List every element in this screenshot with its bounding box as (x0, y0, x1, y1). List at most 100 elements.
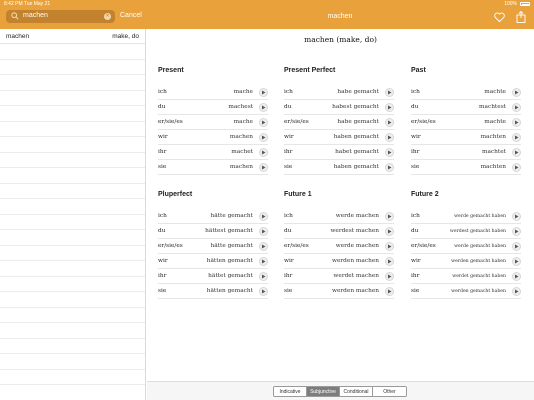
play-icon (388, 105, 392, 110)
pronoun-label: ihr (411, 273, 420, 279)
play-audio-button[interactable] (512, 272, 521, 281)
play-audio-button[interactable] (385, 148, 394, 157)
play-icon (388, 229, 392, 234)
play-audio-button[interactable] (259, 242, 268, 251)
play-audio-button[interactable] (385, 272, 394, 281)
conjugation-row: ich mache (158, 85, 268, 100)
play-audio-button[interactable] (512, 257, 521, 266)
play-audio-button[interactable] (259, 163, 268, 172)
heart-icon[interactable] (494, 12, 505, 23)
play-audio-button[interactable] (385, 257, 394, 266)
verb-form: werden gemacht haben (451, 258, 506, 264)
play-audio-button[interactable] (385, 212, 394, 221)
play-audio-button[interactable] (385, 227, 394, 236)
tab-other[interactable]: Other (373, 387, 406, 396)
play-audio-button[interactable] (512, 103, 521, 112)
page-title: machen (327, 13, 353, 20)
play-audio-button[interactable] (259, 257, 268, 266)
play-audio-button[interactable] (259, 103, 268, 112)
play-audio-button[interactable] (385, 103, 394, 112)
result-word: machen (6, 32, 30, 40)
play-audio-button[interactable] (259, 287, 268, 296)
play-audio-button[interactable] (259, 227, 268, 236)
conjugation-row: sie machen (158, 160, 268, 175)
verb-form: haben gemacht (333, 164, 379, 170)
play-icon (515, 135, 519, 140)
conjugation-row: er/sie/es werde machen (284, 239, 394, 254)
clear-search-icon[interactable]: ✕ (104, 13, 111, 20)
play-audio-button[interactable] (385, 118, 394, 127)
play-audio-button[interactable] (259, 148, 268, 157)
tense-section: Future 2 ich werde gemacht haben du werdest … (411, 191, 521, 299)
pronoun-label: ich (411, 213, 420, 219)
tab-subjunctive[interactable]: Subjunctive (307, 387, 340, 396)
result-translation: make, do (112, 32, 139, 40)
conjugation-row: sie werden machen (284, 284, 394, 299)
play-audio-button[interactable] (512, 227, 521, 236)
pronoun-label: er/sie/es (284, 119, 309, 125)
play-audio-button[interactable] (512, 287, 521, 296)
conjugation-row: ich machte (411, 85, 521, 100)
play-audio-button[interactable] (512, 212, 521, 221)
play-audio-button[interactable] (512, 88, 521, 97)
conjugation-row: ihr habet gemacht (284, 145, 394, 160)
play-audio-button[interactable] (385, 133, 394, 142)
play-audio-button[interactable] (385, 242, 394, 251)
pronoun-label: sie (158, 288, 167, 294)
play-audio-button[interactable] (512, 163, 521, 172)
empty-list-row (0, 122, 145, 137)
play-audio-button[interactable] (512, 242, 521, 251)
conjugation-row: er/sie/es machte (411, 115, 521, 130)
search-result-item[interactable]: machen make, do (0, 29, 145, 44)
pronoun-label: ihr (284, 149, 293, 155)
empty-list-row (0, 261, 145, 277)
play-audio-button[interactable] (385, 88, 394, 97)
tense-section: Future 1 ich werde machen du werdest machen e… (284, 191, 394, 299)
play-audio-button[interactable] (385, 163, 394, 172)
tense-title: Past (411, 67, 426, 74)
pronoun-label: ihr (284, 273, 293, 279)
verb-form: machte (484, 119, 506, 125)
empty-list-row (0, 246, 145, 261)
empty-list-row (0, 370, 145, 385)
play-audio-button[interactable] (259, 212, 268, 221)
search-field[interactable]: machen ✕ (6, 10, 115, 23)
empty-list-row (0, 323, 145, 339)
play-icon (262, 120, 266, 125)
conjugation-row: wir machten (411, 130, 521, 145)
play-audio-button[interactable] (512, 133, 521, 142)
play-icon (388, 259, 392, 264)
verb-form: machtest (479, 104, 506, 110)
play-audio-button[interactable] (385, 287, 394, 296)
conjugation-row: ich hätte gemacht (158, 209, 268, 224)
pronoun-label: ihr (411, 149, 420, 155)
play-audio-button[interactable] (512, 148, 521, 157)
pronoun-label: ich (158, 89, 167, 95)
pronoun-label: du (284, 228, 292, 234)
empty-list-row (0, 215, 145, 230)
tab-indicative[interactable]: Indicative (274, 387, 307, 396)
search-input[interactable]: machen (23, 12, 48, 19)
play-audio-button[interactable] (259, 118, 268, 127)
conjugation-row: wir hätten gemacht (158, 254, 268, 269)
play-audio-button[interactable] (512, 118, 521, 127)
empty-list-row (0, 184, 145, 199)
empty-list-row (0, 91, 145, 106)
play-audio-button[interactable] (259, 133, 268, 142)
play-icon (262, 244, 266, 249)
play-audio-button[interactable] (259, 88, 268, 97)
verb-form: hättet gemacht (208, 273, 253, 279)
play-icon (388, 165, 392, 170)
conjugation-row: wir werden machen (284, 254, 394, 269)
pronoun-label: er/sie/es (411, 243, 436, 249)
play-audio-button[interactable] (259, 272, 268, 281)
cancel-button[interactable]: Cancel (120, 12, 142, 19)
tab-conditional[interactable]: Conditional (340, 387, 373, 396)
verb-form: werde gemacht haben (454, 213, 506, 219)
share-icon[interactable] (516, 11, 526, 23)
verb-form: machest (228, 104, 253, 110)
conjugation-row: sie machten (411, 160, 521, 175)
empty-list-row (0, 354, 145, 370)
verb-form: machet (231, 149, 253, 155)
pronoun-label: sie (284, 288, 293, 294)
